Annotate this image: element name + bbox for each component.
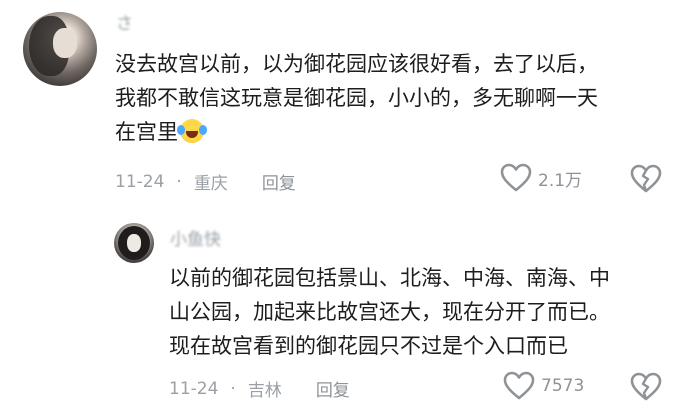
- heart-outline-icon: [500, 163, 532, 192]
- avatar-face: [127, 234, 141, 252]
- reply-item: 小鱼快 以前的御花园包括景山、北海、中海、南海、中 山公园，加起来比故宫还大，现…: [0, 212, 690, 413]
- dislike-button[interactable]: [630, 372, 662, 402]
- avatar[interactable]: [114, 223, 154, 263]
- meta-separator: ·: [176, 171, 182, 192]
- comment-location: 重庆: [193, 174, 228, 194]
- comment-date: 11-24: [115, 171, 165, 192]
- like-button[interactable]: 7573: [503, 371, 584, 401]
- comment-meta: 11-24 · 重庆 回复: [115, 169, 296, 195]
- heart-outline-icon: [503, 371, 535, 400]
- like-count: 7573: [541, 376, 585, 396]
- broken-heart-icon: [630, 164, 662, 193]
- avatar-face: [53, 28, 77, 58]
- like-button[interactable]: 2.1万: [500, 163, 582, 193]
- comment-text: 没去故宫以前，以为御花园应该很好看，去了以后， 我都不敢信这玩意是御花园，小小的…: [115, 47, 655, 149]
- username[interactable]: 小鱼快: [170, 230, 221, 250]
- broken-heart-icon: [630, 372, 662, 401]
- reply-button[interactable]: 回复: [316, 376, 350, 401]
- meta-separator: ·: [230, 378, 236, 399]
- laughing-emoji-icon: [177, 119, 204, 143]
- like-count: 2.1万: [538, 170, 583, 191]
- comment-location: 吉林: [247, 381, 282, 401]
- comment-item: さ 没去故宫以前，以为御花园应该很好看，去了以后， 我都不敢信这玩意是御花园，小…: [0, 0, 690, 210]
- dislike-button[interactable]: [630, 164, 662, 194]
- comment-meta: 11-24 · 吉林 回复: [169, 376, 350, 402]
- reply-button[interactable]: 回复: [262, 169, 296, 194]
- username[interactable]: さ: [116, 14, 133, 34]
- comment-text: 以前的御花园包括景山、北海、中海、南海、中 山公园，加起来比故宫还大，现在分开了…: [169, 266, 610, 358]
- comment-date: 11-24: [169, 378, 219, 399]
- avatar[interactable]: [23, 12, 97, 86]
